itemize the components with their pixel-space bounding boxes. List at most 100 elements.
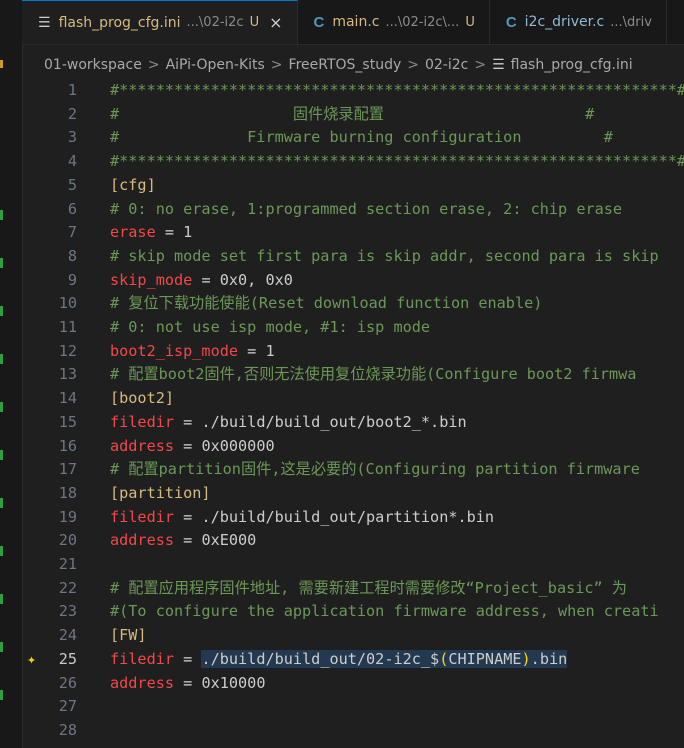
lines-icon: ☰ bbox=[38, 14, 51, 31]
breadcrumb-item[interactable]: flash_prog_cfg.ini bbox=[511, 57, 633, 73]
added-marker bbox=[0, 258, 3, 268]
code-line[interactable]: 2 # 固件烧录配置 # bbox=[22, 103, 684, 127]
line-number: 4 bbox=[67, 152, 77, 171]
chevron-right-icon: > bbox=[474, 57, 487, 73]
code-editor[interactable]: 1 #**************************************… bbox=[22, 78, 684, 748]
code-line[interactable]: 18 [partition] bbox=[22, 482, 684, 506]
code-token: # 0: not use isp mode, #1: isp mode bbox=[110, 318, 431, 336]
untracked-badge: U bbox=[465, 14, 475, 30]
code-token: CHIPNAME bbox=[448, 649, 522, 668]
code-text: [cfg] bbox=[110, 174, 156, 198]
code-line[interactable]: 27 bbox=[22, 695, 684, 719]
code-line[interactable]: 25 ✦ filedir = ./build/build_out/02-i2c_$(… bbox=[22, 648, 684, 672]
code-token: = bbox=[174, 436, 202, 455]
line-number: 1 bbox=[67, 81, 77, 99]
code-text: # 配置partition固件,这是必要的(Configuring partit… bbox=[110, 458, 640, 482]
code-token: # 固件烧录配置 # bbox=[110, 104, 595, 123]
code-line[interactable]: 28 bbox=[22, 719, 684, 743]
code-token: address bbox=[110, 673, 175, 692]
code-line[interactable]: 16 address = 0x000000 bbox=[22, 435, 684, 459]
code-line[interactable]: 13 # 配置boot2固件,否则无法使用复位烧录功能(Configure boo… bbox=[22, 363, 684, 387]
code-token: address bbox=[110, 436, 175, 455]
line-number: 13 bbox=[58, 365, 77, 384]
close-icon[interactable]: × bbox=[269, 13, 282, 32]
code-token: ) bbox=[521, 649, 531, 668]
c-file-icon: C bbox=[505, 13, 517, 31]
added-marker bbox=[0, 450, 3, 460]
code-text: erase = 1 bbox=[110, 221, 192, 245]
code-text: # 0: no erase, 1:programmed section eras… bbox=[110, 198, 622, 222]
code-line[interactable]: 8 # skip mode set first para is skip addr… bbox=[22, 245, 684, 269]
code-line[interactable]: 23 #(To configure the application firmwar… bbox=[22, 600, 684, 624]
code-token: # 0: no erase, 1:programmed section eras… bbox=[110, 199, 623, 218]
code-line[interactable]: 1 #**************************************… bbox=[22, 79, 684, 103]
code-text: [FW] bbox=[110, 624, 147, 648]
code-line[interactable]: 14 [boot2] bbox=[22, 387, 684, 411]
line-number: 3 bbox=[67, 128, 77, 147]
code-line[interactable]: 12 boot2_isp_mode = 1 bbox=[22, 340, 684, 364]
code-line[interactable]: 19 filedir = ./build/build_out/partition*… bbox=[22, 506, 684, 530]
code-line[interactable]: 11 # 0: not use isp mode, #1: isp mode bbox=[22, 316, 684, 340]
code-line[interactable]: 21 bbox=[22, 553, 684, 577]
sparkle-icon[interactable]: ✦ bbox=[27, 648, 36, 672]
code-line[interactable]: 9 skip_mode = 0x0, 0x0 bbox=[22, 269, 684, 293]
line-number: 14 bbox=[58, 389, 77, 408]
breadcrumb-item[interactable]: 01-workspace bbox=[44, 57, 142, 73]
breadcrumb-item[interactable]: 02-i2c bbox=[425, 57, 468, 73]
code-text: # 0: not use isp mode, #1: isp mode bbox=[110, 316, 430, 340]
code-line[interactable]: 15 filedir = ./build/build_out/boot2_*.bi… bbox=[22, 411, 684, 435]
tab-name: flash_prog_cfg.ini bbox=[58, 14, 181, 31]
code-line[interactable]: 20 address = 0xE000 bbox=[22, 529, 684, 553]
code-text: #(To configure the application firmware … bbox=[110, 600, 659, 624]
code-line[interactable]: 22 # 配置应用程序固件地址, 需要新建工程时需要修改“Project_basi… bbox=[22, 577, 684, 601]
code-line[interactable]: 24 [FW] bbox=[22, 624, 684, 648]
code-text: # 配置应用程序固件地址, 需要新建工程时需要修改“Project_basic”… bbox=[110, 577, 627, 601]
untracked-badge: U bbox=[249, 15, 260, 30]
code-line[interactable]: 10 # 复位下载功能使能(Reset download function ena… bbox=[22, 292, 684, 316]
tab-i2c-driver-c[interactable]: C i2c_driver.c ...\driv bbox=[490, 0, 667, 44]
code-text: address = 0x10000 bbox=[110, 672, 265, 696]
code-token: = bbox=[174, 673, 202, 692]
code-text: # 固件烧录配置 # bbox=[110, 103, 594, 127]
code-line[interactable]: 7 erase = 1 bbox=[22, 221, 684, 245]
breadcrumb-item[interactable]: FreeRTOS_study bbox=[289, 57, 402, 73]
tab-path: ...\02-i2c\... bbox=[385, 14, 460, 30]
code-text: # 配置boot2固件,否则无法使用复位烧录功能(Configure boot2… bbox=[110, 363, 636, 387]
code-token: #(To configure the application firmware … bbox=[110, 602, 659, 621]
code-token: = bbox=[174, 412, 202, 431]
chevron-right-icon: > bbox=[407, 57, 419, 73]
tab-flash-prog-cfg[interactable]: ☰ flash_prog_cfg.ini ...\02-i2c U × bbox=[22, 0, 298, 44]
line-number: 17 bbox=[58, 460, 77, 479]
code-line[interactable]: 5 [cfg] bbox=[22, 174, 684, 198]
code-text: #***************************************… bbox=[110, 150, 684, 174]
code-token: # skip mode set first para is skip addr,… bbox=[110, 246, 659, 265]
code-token: [cfg] bbox=[110, 175, 156, 194]
code-token: = bbox=[174, 507, 202, 526]
code-token: = bbox=[155, 223, 184, 242]
line-number: 2 bbox=[67, 104, 77, 123]
tab-path: ...\02-i2c bbox=[186, 15, 244, 30]
lines-icon: ☰ bbox=[492, 57, 505, 73]
code-line[interactable]: 3 # Firmware burning configuration # bbox=[22, 126, 684, 150]
code-line[interactable]: 6 # 0: no erase, 1:programmed section era… bbox=[22, 198, 684, 222]
code-token: = bbox=[174, 649, 202, 668]
code-line[interactable]: 17 # 配置partition固件,这是必要的(Configuring part… bbox=[22, 458, 684, 482]
code-token: 0xE000 bbox=[201, 531, 257, 550]
code-line[interactable]: 4 #**************************************… bbox=[22, 150, 684, 174]
code-token: 1 bbox=[183, 223, 193, 242]
code-token: = bbox=[192, 270, 220, 289]
code-token: # 配置应用程序固件地址, 需要新建工程时需要修改“Project_basic”… bbox=[110, 578, 627, 597]
line-number: 22 bbox=[58, 578, 77, 597]
code-line[interactable]: 26 address = 0x10000 bbox=[22, 672, 684, 696]
code-token: # Firmware burning configuration # bbox=[110, 128, 613, 147]
code-text: # skip mode set first para is skip addr,… bbox=[110, 245, 659, 269]
breadcrumb-item[interactable]: AiPi-Open-Kits bbox=[166, 57, 265, 73]
tab-main-c[interactable]: C main.c ...\02-i2c\... U bbox=[298, 0, 490, 44]
code-token: # 复位下载功能使能(Reset download function enabl… bbox=[110, 294, 543, 313]
added-marker bbox=[0, 306, 3, 316]
code-token: .bin bbox=[530, 649, 568, 668]
code-token: = bbox=[174, 531, 202, 550]
line-number: 7 bbox=[67, 223, 77, 242]
code-token: # 配置partition固件,这是必要的(Configuring partit… bbox=[110, 460, 640, 479]
line-number: 15 bbox=[58, 412, 77, 431]
